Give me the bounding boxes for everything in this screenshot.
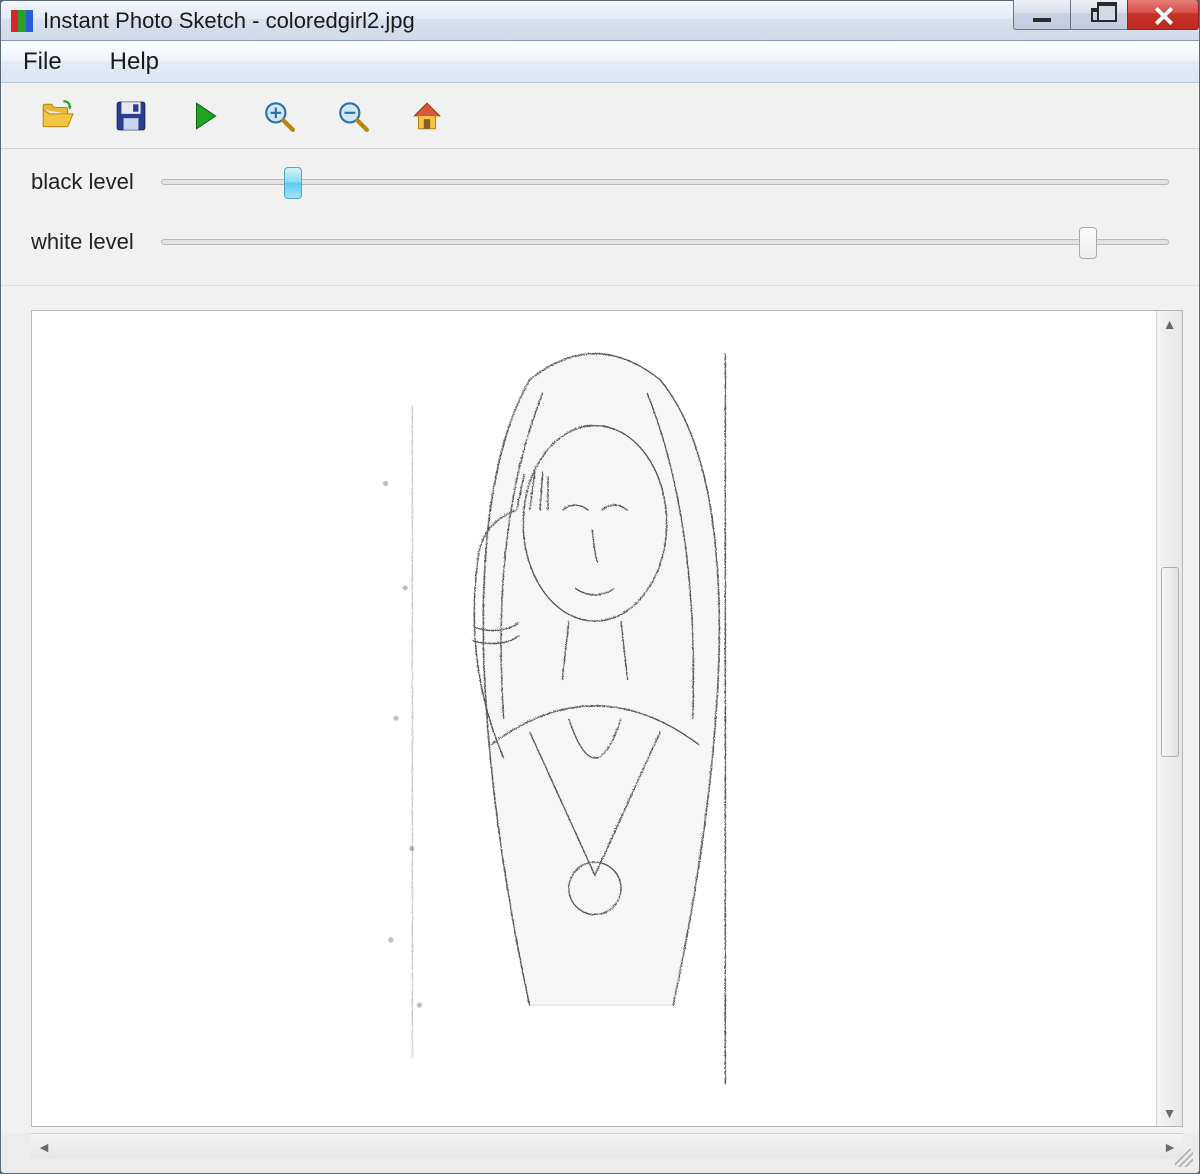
save-icon [114,99,148,133]
white-level-slider[interactable] [161,239,1169,245]
minimize-button[interactable] [1013,0,1071,30]
black-level-row: black level [31,169,1169,195]
menu-help[interactable]: Help [100,44,169,80]
menubar: File Help [1,41,1199,83]
horizontal-scrollbar[interactable]: ◄ ► [31,1133,1183,1159]
maximize-icon [1091,8,1107,22]
menu-file[interactable]: File [13,44,72,80]
app-icon [11,10,33,32]
run-button[interactable] [185,96,225,136]
vertical-scrollbar[interactable]: ▲ ▼ [1156,311,1182,1126]
zoom-out-icon [336,99,370,133]
black-level-label: black level [31,169,141,195]
save-button[interactable] [111,96,151,136]
scroll-up-icon[interactable]: ▲ [1157,311,1182,337]
white-level-row: white level [31,229,1169,255]
minimize-icon [1033,18,1051,22]
black-level-thumb[interactable] [284,167,302,199]
titlebar[interactable]: Instant Photo Sketch - coloredgirl2.jpg [1,1,1199,41]
open-button[interactable] [37,96,77,136]
white-level-thumb[interactable] [1079,227,1097,259]
sliders-panel: black level white level [1,149,1199,286]
app-window: Instant Photo Sketch - coloredgirl2.jpg … [0,0,1200,1174]
maximize-button[interactable] [1070,0,1128,30]
resize-grip[interactable] [1175,1149,1193,1167]
window-controls [1014,0,1199,30]
scroll-down-icon[interactable]: ▼ [1157,1100,1182,1126]
folder-open-icon [40,99,74,133]
home-icon [410,99,444,133]
close-icon [1153,5,1173,25]
white-level-label: white level [31,229,141,255]
zoom-out-button[interactable] [333,96,373,136]
scroll-left-icon[interactable]: ◄ [31,1134,57,1159]
viewer-container: ▲ ▼ [1,286,1199,1133]
zoom-in-icon [262,99,296,133]
toolbar [1,83,1199,149]
window-title: Instant Photo Sketch - coloredgirl2.jpg [43,8,415,34]
vertical-scroll-thumb[interactable] [1161,567,1179,757]
close-button[interactable] [1127,0,1199,30]
home-button[interactable] [407,96,447,136]
zoom-in-button[interactable] [259,96,299,136]
black-level-slider[interactable] [161,179,1169,185]
play-icon [188,99,222,133]
canvas[interactable] [32,311,1156,1126]
image-viewer: ▲ ▼ [31,310,1183,1127]
sketch-image [302,327,886,1109]
